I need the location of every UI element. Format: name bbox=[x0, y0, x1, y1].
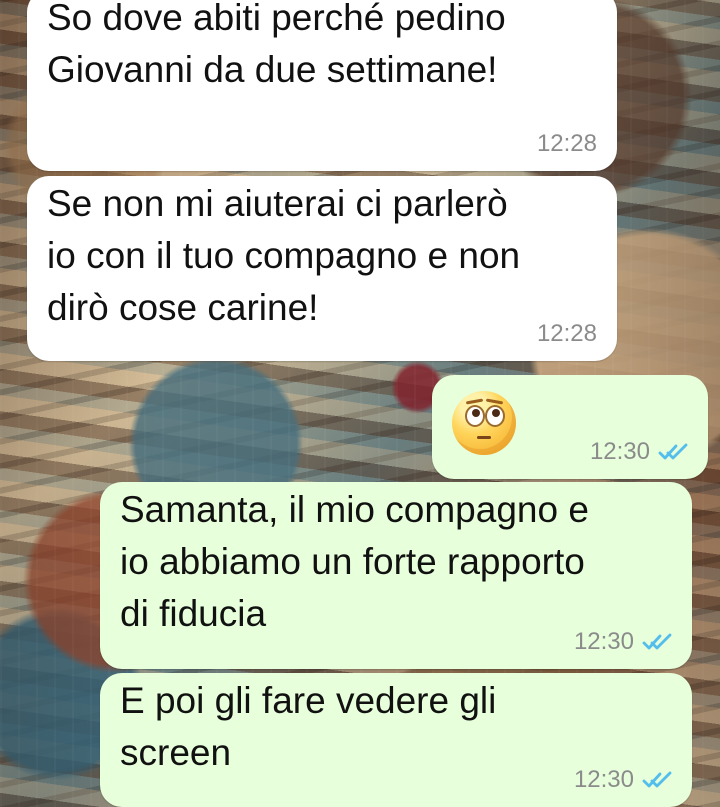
message-time: 12:30 bbox=[573, 628, 634, 655]
double-check-svg bbox=[658, 443, 688, 460]
double-check-read-icon bbox=[642, 770, 672, 790]
message-text: Se non mi aiuterai ci parlerò io con il … bbox=[47, 183, 521, 328]
incoming-message-bubble[interactable]: So dove abiti perché pedino Giovanni da … bbox=[27, 0, 617, 171]
message-meta: 12:28 bbox=[537, 130, 597, 158]
message-time: 12:28 bbox=[536, 320, 597, 347]
emoji-left-eye bbox=[465, 405, 485, 427]
emoji-right-brow bbox=[485, 398, 504, 405]
double-check-read-icon bbox=[642, 632, 672, 652]
outgoing-message-bubble[interactable]: Samanta, il mio compagno e io abbiamo un… bbox=[100, 482, 692, 669]
outgoing-message-bubble[interactable]: E poi gli fare vedere gli screen 12:30 bbox=[100, 673, 692, 807]
emoji-mouth bbox=[477, 436, 491, 439]
face-with-rolling-eyes-icon bbox=[452, 391, 516, 455]
message-meta: 12:30 bbox=[574, 628, 672, 656]
emoji-right-eye bbox=[485, 405, 505, 427]
message-meta: 12:30 bbox=[574, 766, 672, 794]
message-meta: 12:28 bbox=[537, 320, 597, 348]
message-text: E poi gli fare vedere gli screen bbox=[120, 680, 497, 773]
message-text: Samanta, il mio compagno e io abbiamo un… bbox=[120, 489, 589, 634]
message-time: 12:28 bbox=[536, 130, 597, 157]
double-check-read-icon bbox=[658, 442, 688, 462]
message-text: So dove abiti perché pedino Giovanni da … bbox=[47, 0, 506, 90]
emoji-left-brow bbox=[465, 398, 484, 405]
message-meta: 12:30 bbox=[590, 438, 688, 466]
incoming-message-bubble[interactable]: Se non mi aiuterai ci parlerò io con il … bbox=[27, 176, 617, 361]
emoji-right-pupil bbox=[492, 409, 500, 417]
double-check-svg bbox=[642, 633, 672, 650]
message-time: 12:30 bbox=[589, 438, 650, 465]
outgoing-emoji-bubble[interactable]: 12:30 bbox=[432, 375, 708, 479]
emoji-left-pupil bbox=[472, 409, 480, 417]
double-check-svg bbox=[642, 771, 672, 788]
message-time: 12:30 bbox=[573, 766, 634, 793]
chat-background: So dove abiti perché pedino Giovanni da … bbox=[0, 0, 720, 807]
